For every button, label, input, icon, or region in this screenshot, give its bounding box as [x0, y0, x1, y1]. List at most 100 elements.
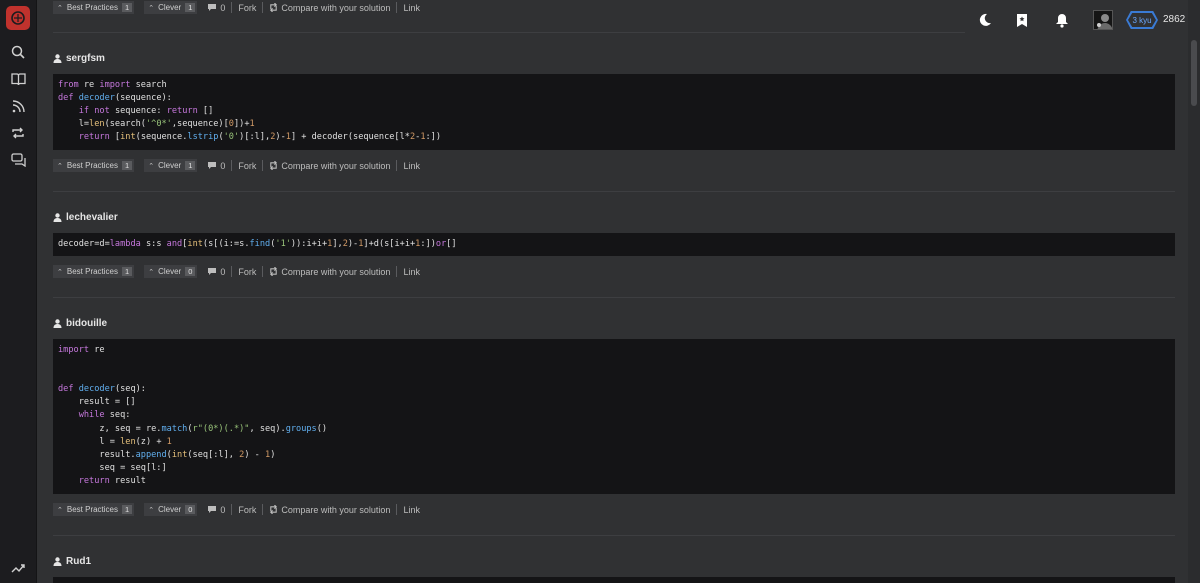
comment-icon	[208, 506, 217, 513]
separator	[231, 266, 233, 277]
author-name: sergfsm	[66, 53, 105, 64]
fork-link[interactable]: Fork	[238, 161, 256, 171]
compare-icon	[270, 3, 278, 12]
user-icon	[53, 319, 62, 328]
solution-author[interactable]: Rud1	[53, 556, 91, 567]
divider	[53, 191, 1175, 192]
search-icon[interactable]	[10, 44, 26, 60]
code-block: from re import search def decoder(sequen…	[53, 74, 1175, 150]
author-name: bidouille	[66, 318, 108, 329]
compare-link[interactable]: Compare with your solution	[269, 505, 390, 515]
code-line: return [int(sequence.lstrip('0')[:l],2)-…	[78, 132, 442, 143]
code-line: if not sequence: return []	[78, 106, 214, 117]
permalink[interactable]: Link	[403, 267, 420, 277]
clever-button[interactable]: ⌃ Clever 1	[144, 159, 198, 172]
clever-count: 0	[185, 267, 196, 276]
solution-author[interactable]: lechevalier	[53, 212, 118, 223]
code-line: def decoder(seq):	[58, 384, 146, 395]
bell-icon[interactable]	[1054, 12, 1070, 28]
book-icon[interactable]	[10, 71, 26, 87]
author-name: lechevalier	[66, 212, 118, 223]
chat-icon[interactable]	[10, 152, 26, 168]
user-icon	[53, 557, 62, 566]
fork-link[interactable]: Fork	[238, 267, 256, 277]
permalink[interactable]: Link	[403, 161, 420, 171]
comment-icon	[208, 162, 217, 169]
scrollbar-thumb[interactable]	[1191, 40, 1197, 106]
solution-actions: ⌃ Best Practices 1 ⌃ Clever 1 0 Fork Com…	[53, 159, 420, 172]
honor-score: 2862	[1163, 14, 1186, 25]
best-practices-count: 1	[122, 3, 133, 12]
code-block	[53, 577, 1175, 583]
trend-icon[interactable]	[10, 559, 26, 575]
solution-actions: ⌃ Best Practices 1 ⌃ Clever 0 0 Fork Com…	[53, 265, 420, 278]
clever-count: 0	[185, 505, 196, 514]
separator	[396, 2, 398, 13]
comments-count: 0	[220, 160, 226, 171]
permalink[interactable]: Link	[403, 505, 420, 515]
compare-icon	[270, 267, 278, 276]
comments-button[interactable]: 0	[207, 3, 225, 13]
best-practices-label: Best Practices	[66, 267, 119, 276]
compare-icon	[270, 505, 278, 514]
code-line: decoder=d=lambda s:s and[int(s[(i:=s.fin…	[58, 239, 457, 249]
comments-button[interactable]: 0	[207, 161, 225, 171]
separator	[396, 504, 398, 515]
comments-button[interactable]: 0	[207, 505, 225, 515]
avatar[interactable]	[1093, 10, 1113, 30]
compare-label: Compare with your solution	[281, 160, 391, 171]
code-line: l = len(z) + 1	[58, 436, 172, 447]
compare-link[interactable]: Compare with your solution	[269, 267, 390, 277]
rank-badge[interactable]: 3 kyu	[1128, 13, 1156, 27]
clever-button[interactable]: ⌃ Clever 1	[144, 1, 198, 14]
upvote-icon: ⌃	[57, 4, 63, 12]
upvote-icon: ⌃	[57, 162, 63, 170]
upvote-icon: ⌃	[148, 268, 155, 276]
comments-button[interactable]: 0	[207, 267, 225, 277]
author-name: Rud1	[66, 556, 91, 567]
solution-author[interactable]: bidouille	[53, 318, 107, 329]
bookmark-icon[interactable]	[1014, 12, 1030, 28]
comment-icon	[208, 4, 217, 11]
clever-label: Clever	[158, 161, 182, 170]
separator	[262, 504, 264, 515]
code-line: def decoder(sequence):	[58, 93, 172, 104]
best-practices-count: 1	[122, 505, 133, 514]
separator	[262, 2, 264, 13]
scrollbar[interactable]	[1188, 0, 1200, 583]
compare-link[interactable]: Compare with your solution	[269, 3, 390, 13]
code-line: while seq:	[78, 410, 131, 421]
best-practices-button[interactable]: ⌃ Best Practices 1	[53, 265, 135, 278]
upvote-icon: ⌃	[57, 268, 63, 276]
clever-count: 1	[185, 161, 196, 170]
comments-count: 0	[220, 504, 226, 515]
compare-icon	[270, 161, 278, 170]
comments-count: 0	[220, 2, 226, 13]
code-line: from re import search	[58, 80, 167, 90]
best-practices-label: Best Practices	[66, 3, 119, 12]
separator	[231, 160, 233, 171]
solution-author[interactable]: sergfsm	[53, 53, 105, 64]
moon-icon[interactable]	[977, 12, 993, 28]
upvote-icon: ⌃	[148, 162, 155, 170]
repeat-icon[interactable]	[10, 125, 26, 141]
best-practices-button[interactable]: ⌃ Best Practices 1	[53, 503, 135, 516]
compare-link[interactable]: Compare with your solution	[269, 161, 390, 171]
best-practices-count: 1	[122, 267, 133, 276]
fork-link[interactable]: Fork	[238, 505, 256, 515]
best-practices-button[interactable]: ⌃ Best Practices 1	[53, 159, 135, 172]
clever-count: 1	[185, 3, 196, 12]
best-practices-button[interactable]: ⌃ Best Practices 1	[53, 1, 135, 14]
rss-icon[interactable]	[10, 98, 26, 114]
clever-label: Clever	[158, 267, 182, 276]
separator	[262, 160, 264, 171]
codewars-logo[interactable]	[6, 6, 30, 30]
best-practices-count: 1	[122, 161, 133, 170]
top-navbar: 3 kyu 2862	[965, 0, 1188, 40]
permalink[interactable]: Link	[403, 3, 420, 13]
clever-button[interactable]: ⌃ Clever 0	[144, 265, 198, 278]
fork-link[interactable]: Fork	[238, 3, 256, 13]
clever-button[interactable]: ⌃ Clever 0	[144, 503, 198, 516]
clever-label: Clever	[158, 505, 182, 514]
